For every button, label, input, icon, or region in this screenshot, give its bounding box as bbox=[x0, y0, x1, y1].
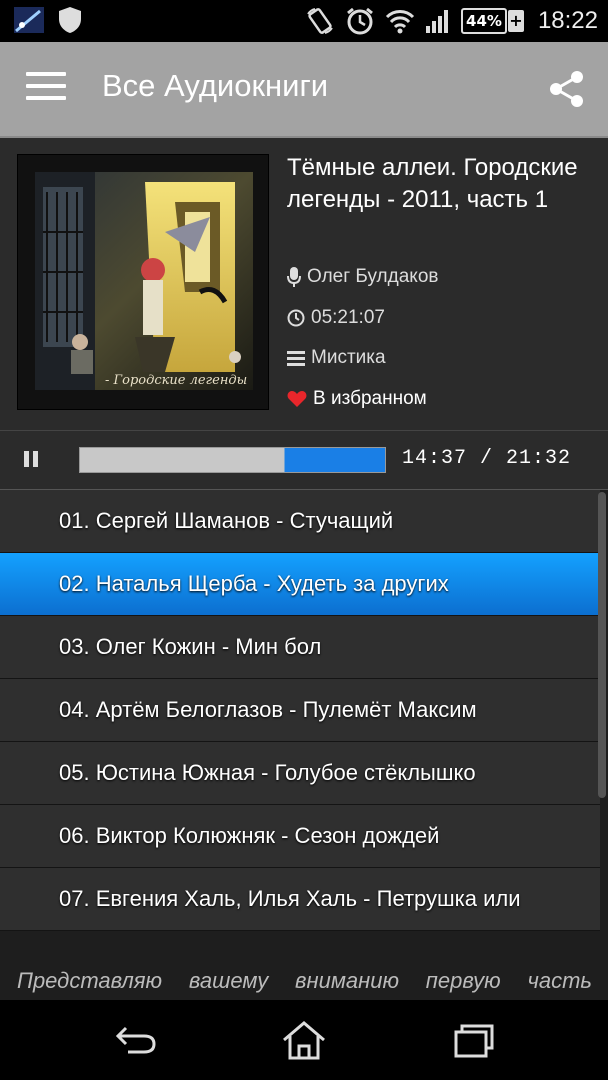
book-description: Представляю вашему вниманию первую часть bbox=[17, 968, 592, 993]
navigation-bar bbox=[0, 1000, 608, 1080]
favorite-label: В избранном bbox=[313, 388, 427, 409]
home-icon[interactable] bbox=[282, 1020, 326, 1060]
narrator-row: Олег Булдаков bbox=[287, 266, 439, 288]
track-list: 01. Сергей Шаманов - Стучащий 02. Наталь… bbox=[0, 490, 600, 931]
progress-bar[interactable] bbox=[79, 447, 386, 473]
wifi-icon bbox=[385, 8, 415, 34]
page-title: Все Аудиокниги bbox=[102, 68, 329, 103]
track-label: 03. Олег Кожин - Мин бол bbox=[59, 634, 322, 659]
track-label: 04. Артём Белоглазов - Пулемёт Максим bbox=[59, 697, 477, 722]
clock-icon bbox=[287, 309, 305, 327]
progress-fill bbox=[80, 448, 385, 472]
share-icon[interactable] bbox=[548, 70, 586, 108]
track-label: 07. Евгения Халь, Илья Халь - Петрушка и… bbox=[59, 886, 521, 911]
rotate-icon bbox=[305, 6, 335, 36]
shield-icon bbox=[58, 6, 82, 34]
microphone-icon bbox=[287, 267, 301, 287]
list-scrollbar[interactable] bbox=[598, 492, 606, 798]
track-item[interactable]: 01. Сергей Шаманов - Стучащий bbox=[0, 490, 600, 553]
heart-icon bbox=[287, 391, 307, 407]
track-item[interactable]: 04. Артём Белоглазов - Пулемёт Максим bbox=[0, 679, 600, 742]
player-bar: 14:37 / 21:32 bbox=[0, 431, 608, 490]
track-label: 06. Виктор Колюжняк - Сезон дождей bbox=[59, 823, 440, 848]
playback-time: 14:37 / 21:32 bbox=[401, 447, 571, 470]
app-icon bbox=[14, 7, 44, 33]
battery-icon: 44% + bbox=[461, 8, 524, 34]
alarm-icon bbox=[345, 6, 375, 36]
genre: Мистика bbox=[311, 347, 386, 368]
charging-icon: + bbox=[507, 10, 524, 32]
favorite-toggle[interactable]: В избранном bbox=[287, 388, 427, 410]
book-cover: - Городские легенды bbox=[17, 154, 269, 410]
clock: 18:22 bbox=[537, 7, 598, 34]
cover-art: - Городские легенды bbox=[35, 172, 253, 390]
duration: 05:21:07 bbox=[311, 307, 385, 328]
track-item[interactable]: 05. Юстина Южная - Голубое стёклышко bbox=[0, 742, 600, 805]
pause-icon[interactable] bbox=[22, 451, 40, 469]
cover-caption: - Городские легенды bbox=[105, 373, 247, 388]
track-label: 02. Наталья Щерба - Худеть за других bbox=[59, 571, 449, 596]
signal-icon bbox=[425, 8, 451, 34]
track-item[interactable]: 06. Виктор Колюжняк - Сезон дождей bbox=[0, 805, 600, 868]
status-bar: 44% + 18:22 bbox=[0, 0, 608, 42]
track-item[interactable]: 02. Наталья Щерба - Худеть за других bbox=[0, 553, 600, 616]
battery-level: 44% bbox=[461, 8, 507, 34]
menu-icon[interactable] bbox=[26, 72, 66, 106]
list-icon bbox=[287, 351, 305, 366]
book-info-panel: - Городские легенды Тёмные аллеи. Городс… bbox=[0, 138, 608, 431]
narrator: Олег Булдаков bbox=[307, 266, 439, 287]
book-title: Тёмные аллеи. Городские легенды - 2011, … bbox=[287, 154, 578, 213]
recent-apps-icon[interactable] bbox=[452, 1020, 496, 1060]
track-label: 05. Юстина Южная - Голубое стёклышко bbox=[59, 760, 476, 785]
genre-row: Мистика bbox=[287, 347, 386, 369]
back-icon[interactable] bbox=[114, 1020, 158, 1060]
app-bar: Все Аудиокниги bbox=[0, 42, 608, 138]
duration-row: 05:21:07 bbox=[287, 307, 385, 329]
track-item[interactable]: 03. Олег Кожин - Мин бол bbox=[0, 616, 600, 679]
track-item[interactable]: 07. Евгения Халь, Илья Халь - Петрушка и… bbox=[0, 868, 600, 931]
track-label: 01. Сергей Шаманов - Стучащий bbox=[59, 508, 394, 533]
